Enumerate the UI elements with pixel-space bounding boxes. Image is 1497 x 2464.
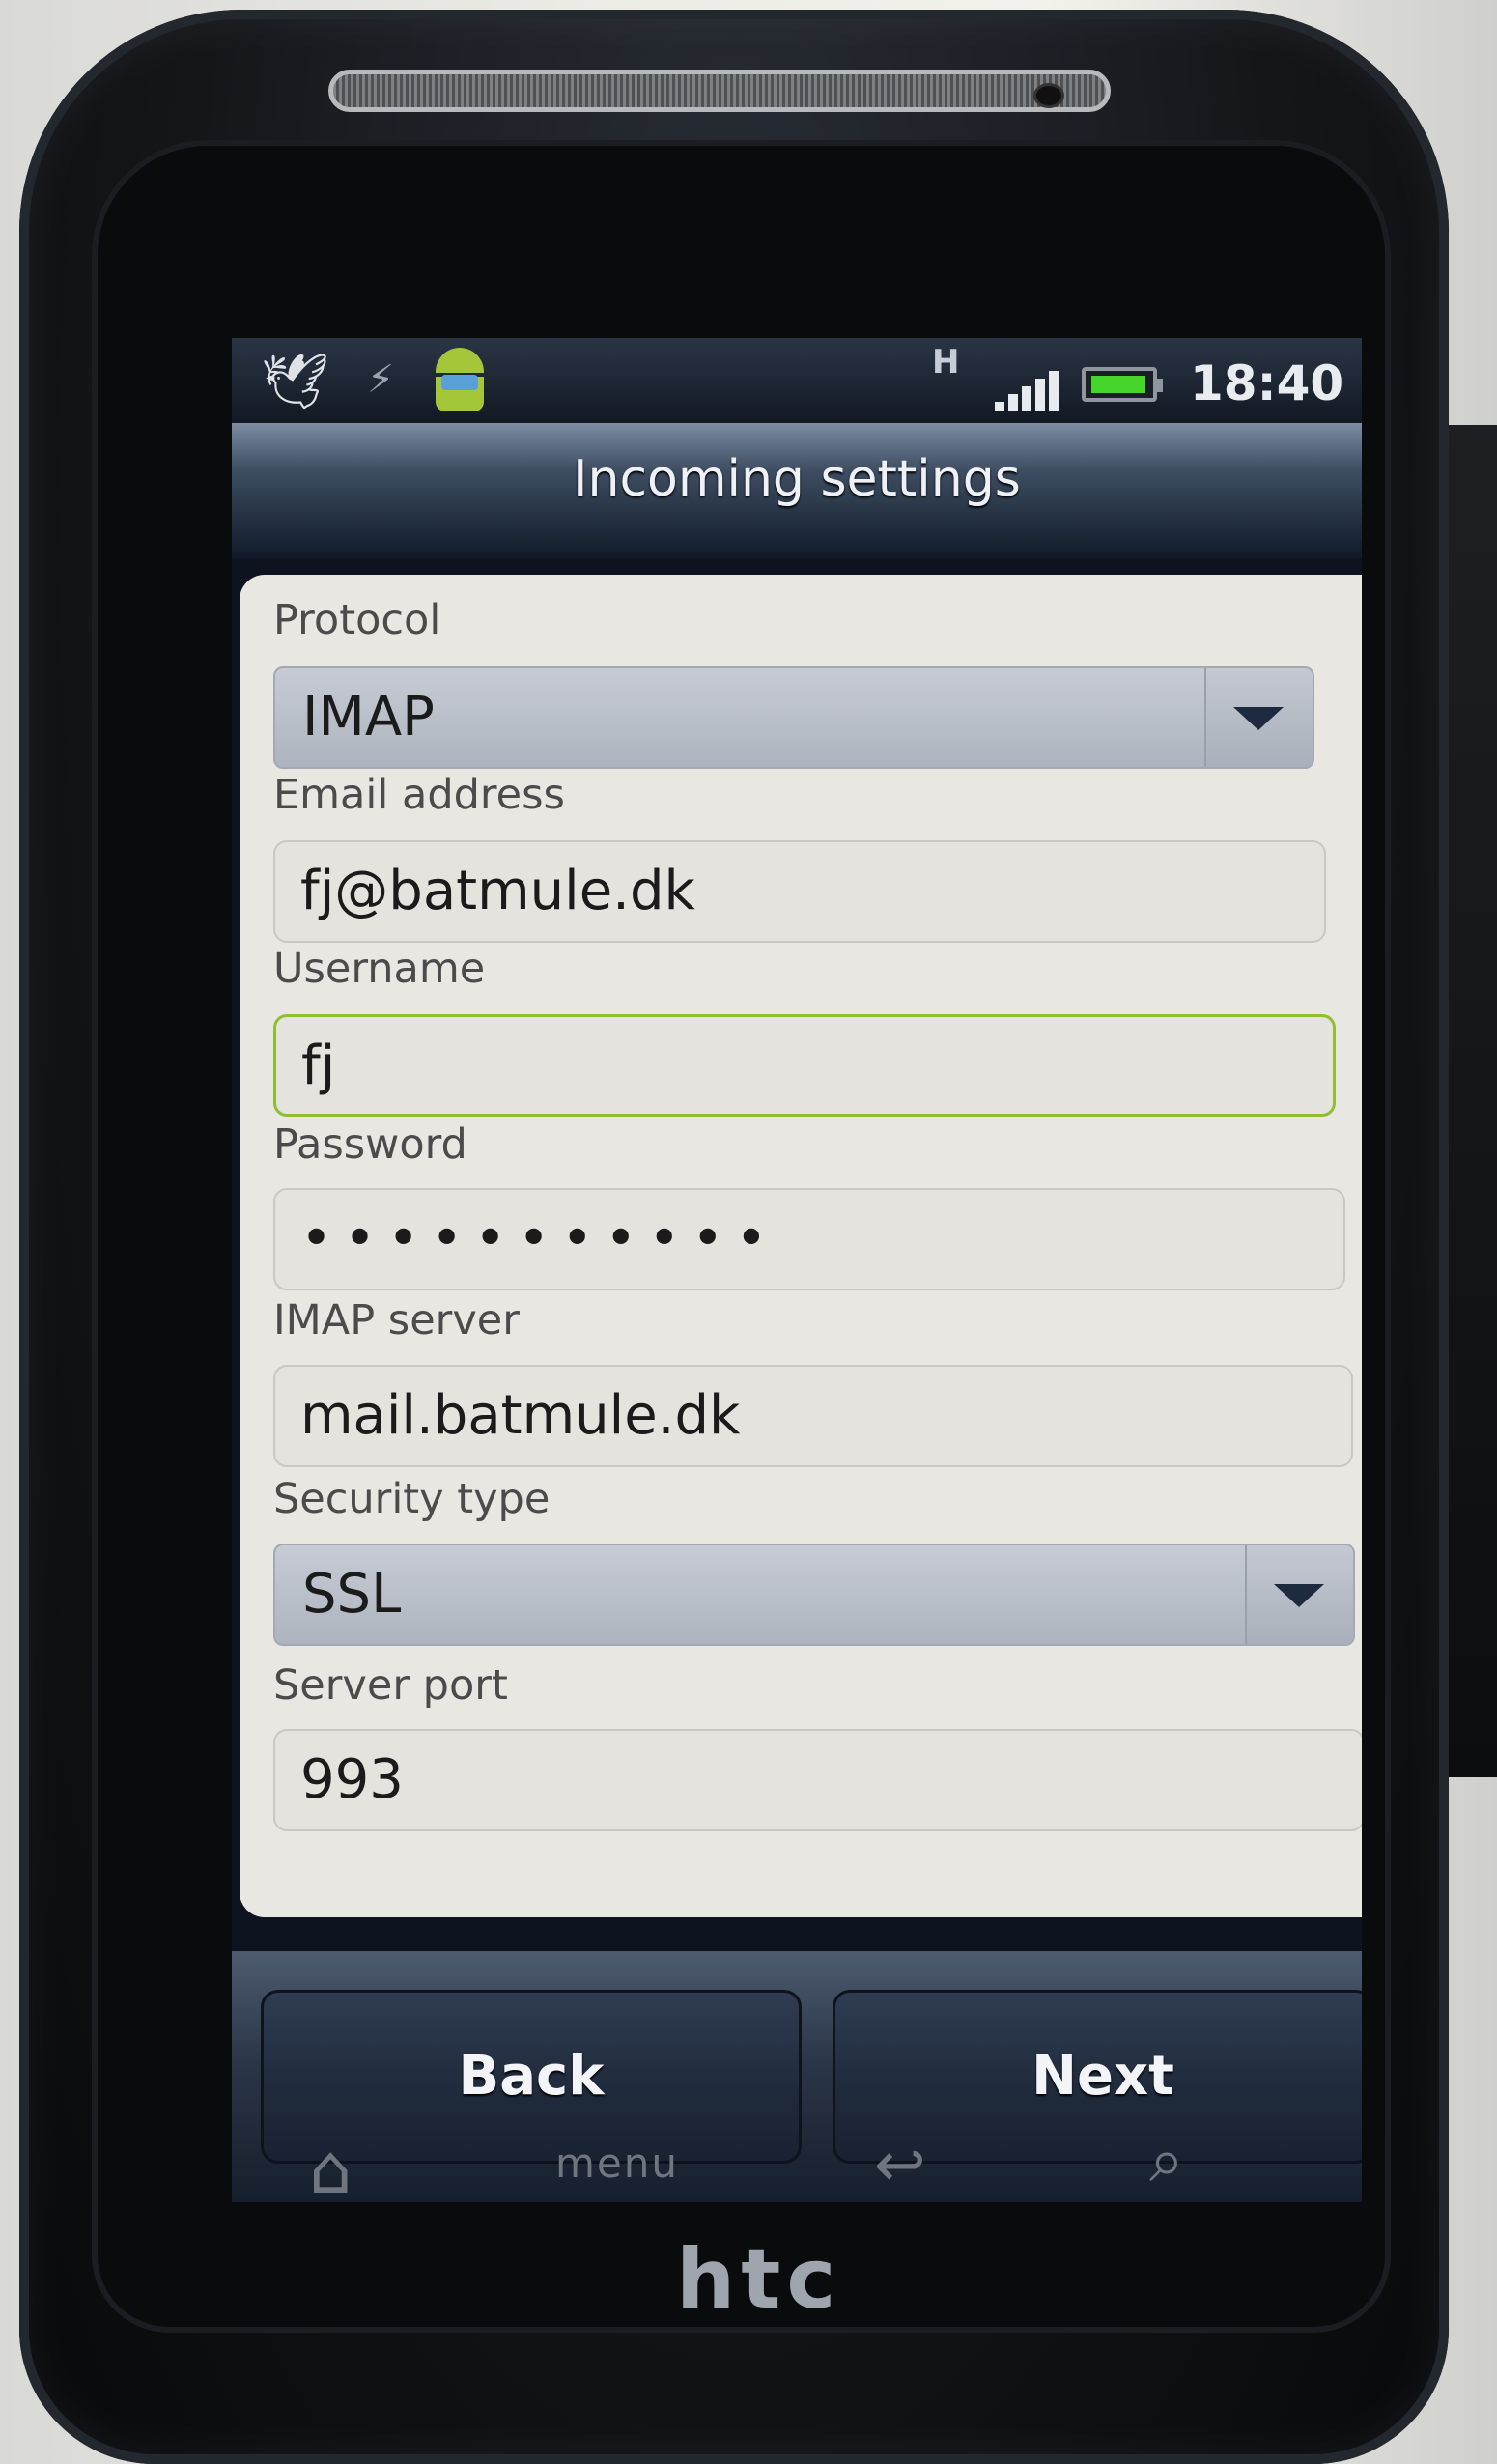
phone-body: 🕊 ⚡ H 18:40 Incoming settings Protocol I…	[19, 10, 1449, 2464]
protocol-value: IMAP	[302, 686, 435, 749]
imap-server-field[interactable]: mail.batmule.dk	[273, 1365, 1353, 1467]
battery-icon	[1082, 367, 1163, 402]
email-label: Email address	[273, 771, 565, 819]
title-bar: Incoming settings	[232, 423, 1362, 558]
signal-icon	[995, 369, 1062, 411]
dropdown-arrow-icon[interactable]	[1245, 1545, 1353, 1644]
button-bar: Back Next	[232, 1951, 1362, 2202]
security-type-dropdown[interactable]: SSL	[273, 1544, 1355, 1646]
email-field[interactable]: fj@batmule.dk	[273, 840, 1326, 943]
security-type-value: SSL	[302, 1563, 402, 1626]
screen-bezel: 🕊 ⚡ H 18:40 Incoming settings Protocol I…	[92, 140, 1391, 2333]
usb-icon: ⚡	[367, 357, 395, 402]
security-type-label: Security type	[273, 1475, 551, 1523]
home-icon[interactable]: ⌂	[309, 2130, 352, 2209]
android-icon	[430, 348, 490, 413]
protocol-label: Protocol	[273, 596, 441, 644]
menu-key[interactable]: menu	[555, 2139, 679, 2187]
username-label: Username	[273, 945, 486, 993]
status-bar: 🕊 ⚡ H 18:40	[232, 338, 1362, 423]
brand-logo: htc	[676, 2231, 842, 2328]
bird-icon: 🕊	[261, 351, 330, 413]
network-type: H	[932, 343, 960, 382]
dropdown-arrow-icon[interactable]	[1204, 668, 1313, 767]
server-port-label: Server port	[273, 1661, 508, 1710]
server-port-field[interactable]: 993	[273, 1729, 1362, 1831]
page-title: Incoming settings	[573, 450, 1021, 508]
earpiece-speaker	[328, 70, 1111, 112]
protocol-dropdown[interactable]: IMAP	[273, 666, 1314, 769]
screen: 🕊 ⚡ H 18:40 Incoming settings Protocol I…	[232, 338, 1362, 2202]
status-time: 18:40	[1190, 355, 1344, 411]
search-icon[interactable]: ⌕	[1149, 2125, 1184, 2196]
imap-server-label: IMAP server	[273, 1296, 520, 1345]
username-field[interactable]: fj	[273, 1014, 1336, 1117]
back-arrow-icon[interactable]: ↩	[874, 2130, 926, 2201]
password-field[interactable]: •••••••••••	[273, 1188, 1345, 1290]
password-label: Password	[273, 1120, 467, 1169]
front-camera	[1033, 83, 1064, 108]
settings-form: Protocol IMAP Email address fj@batmule.d…	[240, 575, 1362, 1917]
